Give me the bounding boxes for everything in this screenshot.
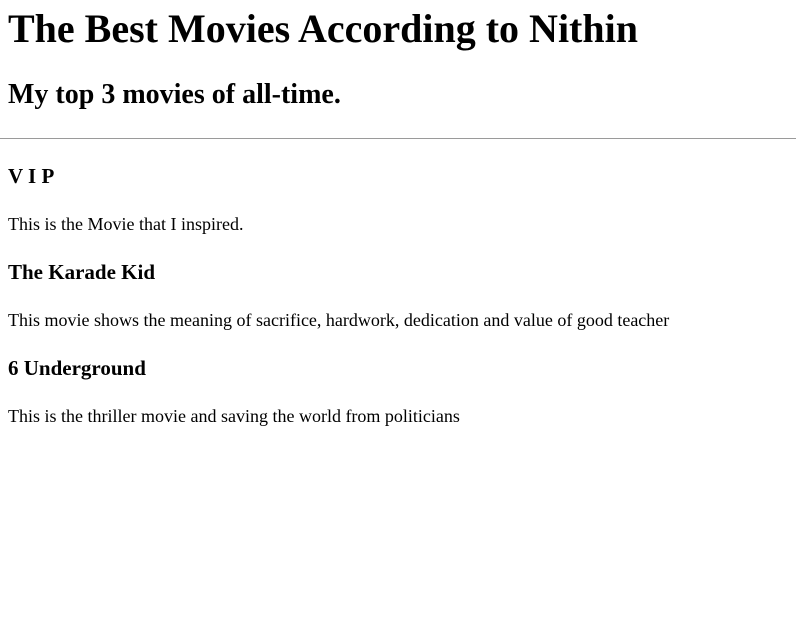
movie-title-2: The Karade Kid (8, 260, 156, 284)
movie-description-3: This is the thriller movie and saving th… (8, 406, 460, 426)
movie-description-2: This movie shows the meaning of sacrific… (8, 310, 670, 330)
divider (0, 138, 796, 139)
page-title: The Best Movies According to Nithin (8, 6, 638, 51)
movie-description-1: This is the Movie that I inspired. (8, 214, 244, 234)
page-content: The Best Movies According to Nithin My t… (0, 0, 796, 427)
page-subtitle: My top 3 movies of all-time. (8, 79, 341, 110)
movie-title-1: V I P (8, 164, 55, 188)
movie-title-3: 6 Underground (8, 356, 146, 380)
